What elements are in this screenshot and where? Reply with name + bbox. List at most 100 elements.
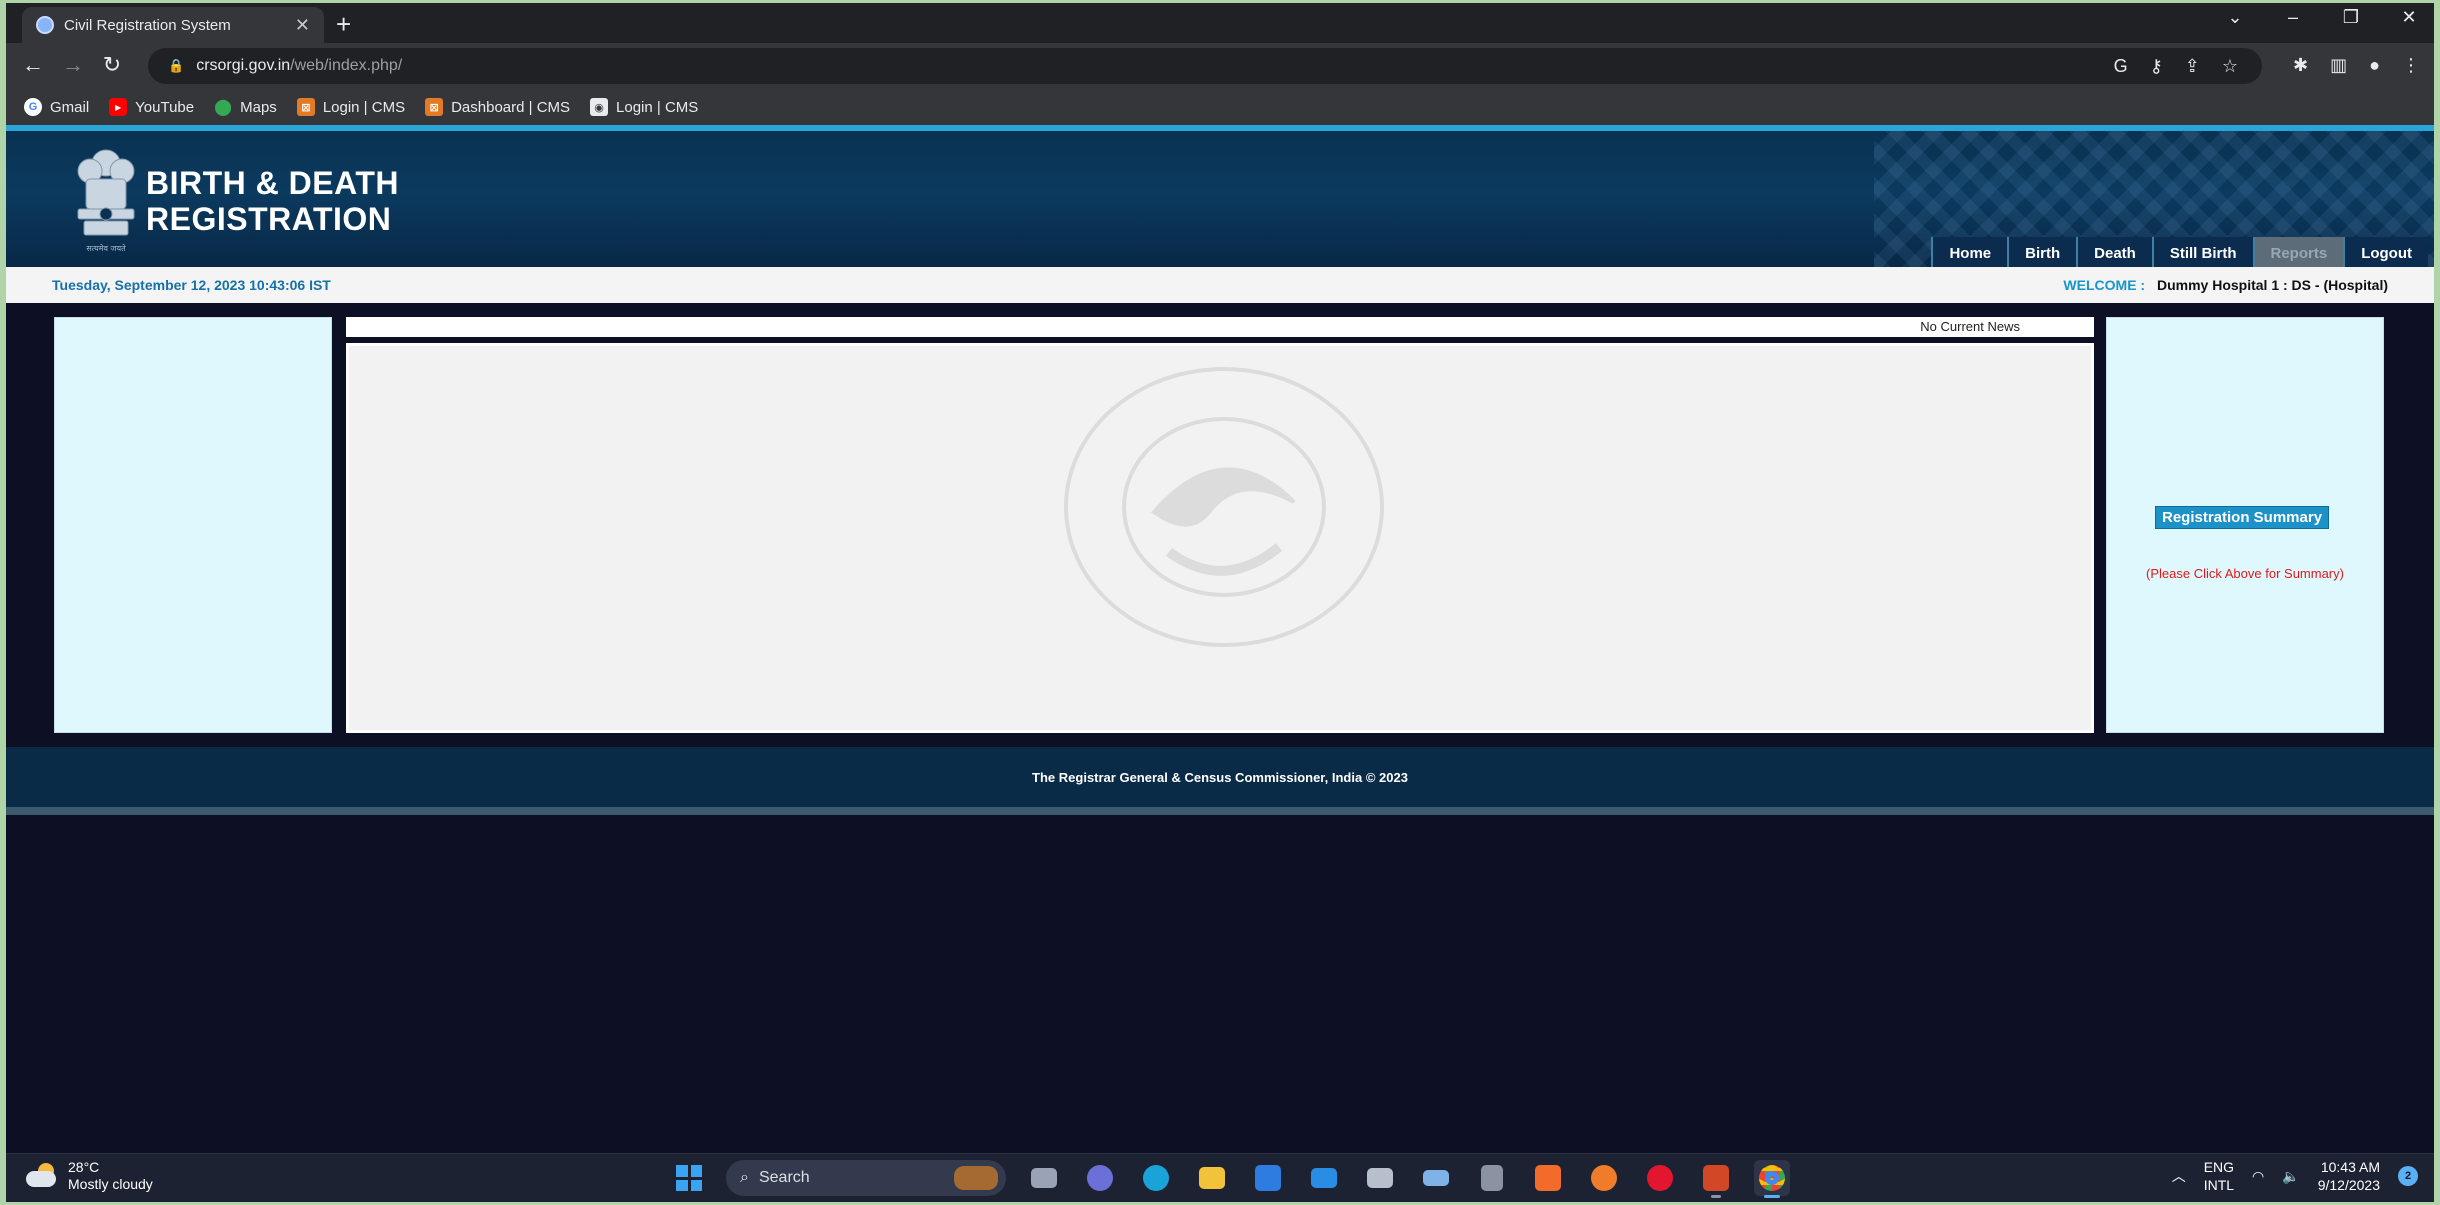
url-host: crsorgi.gov.in <box>196 57 291 74</box>
volume-icon[interactable]: 🔈 <box>2282 1168 2299 1185</box>
new-tab-icon[interactable]: + <box>336 9 351 40</box>
bookmark-login-cms-2[interactable]: ◉ Login | CMS <box>590 98 698 116</box>
weather-text: 28°C Mostly cloudy <box>68 1159 153 1193</box>
site-title-line-2: REGISTRATION <box>146 201 392 237</box>
bookmark-gmail[interactable]: G Gmail <box>24 98 89 116</box>
bookmark-maps[interactable]: ⬤ Maps <box>214 98 277 117</box>
microsoft-store-icon[interactable] <box>1250 1160 1286 1196</box>
welcome-label: WELCOME : <box>2063 277 2146 293</box>
main-menu: Home Birth Death Still Birth Reports Log… <box>1931 237 2428 267</box>
menu-birth[interactable]: Birth <box>2007 237 2077 267</box>
forward-arrow-icon[interactable]: → <box>62 52 84 78</box>
maps-icon: ⬤ <box>214 99 233 116</box>
navigation-buttons: ← → ↻ <box>22 52 122 78</box>
wifi-icon[interactable]: ◠ <box>2252 1168 2264 1185</box>
welcome-text: WELCOME : Dummy Hospital 1 : DS - (Hospi… <box>2063 277 2388 293</box>
restore-icon[interactable]: ❐ <box>2338 7 2364 28</box>
partly-cloudy-icon <box>26 1163 60 1189</box>
menu-logout[interactable]: Logout <box>2343 237 2428 267</box>
scanner-app-icon[interactable] <box>1418 1160 1454 1196</box>
address-bar[interactable]: 🔒 crsorgi.gov.in /web/index.php/ G ⚷ ⇪ ☆ <box>148 48 2262 84</box>
back-arrow-icon[interactable]: ← <box>22 52 44 78</box>
teams-chat-icon[interactable] <box>1082 1160 1118 1196</box>
bookmark-star-icon[interactable]: ☆ <box>2222 56 2238 77</box>
clock-date: 9/12/2023 <box>2317 1177 2380 1193</box>
file-explorer-icon[interactable] <box>1194 1160 1230 1196</box>
site-favicon-icon <box>36 16 54 34</box>
search-highlight-icon <box>954 1166 998 1190</box>
notification-badge[interactable]: 2 <box>2398 1166 2418 1186</box>
share-icon[interactable]: ⇪ <box>2185 56 2200 77</box>
search-placeholder: Search <box>758 1169 810 1186</box>
menu-death[interactable]: Death <box>2076 237 2152 267</box>
windows-start-icon[interactable] <box>672 1161 706 1195</box>
taskbar-search[interactable]: ⌕ Search <box>726 1160 1006 1196</box>
minimize-icon[interactable]: – <box>2280 7 2306 28</box>
edge-browser-icon[interactable] <box>1138 1160 1174 1196</box>
registration-summary-note: (Please Click Above for Summary) <box>2146 566 2344 581</box>
clock[interactable]: 10:43 AM 9/12/2023 <box>2318 1158 2380 1194</box>
bookmark-label: Gmail <box>50 98 90 116</box>
mail-icon[interactable] <box>1306 1160 1342 1196</box>
footer-strip <box>6 807 2434 815</box>
task-view-icon[interactable] <box>1026 1160 1062 1196</box>
news-ticker: No Current News <box>346 317 2094 337</box>
reload-icon[interactable]: ↻ <box>102 52 122 78</box>
bookmark-label: Login | CMS <box>322 98 406 116</box>
site-title: BIRTH & DEATH REGISTRATION <box>146 165 399 237</box>
clock-time: 10:43 AM <box>2320 1159 2380 1175</box>
youtube-icon: ▶ <box>109 98 128 116</box>
taskbar-apps: ⌕ Search <box>672 1160 1790 1198</box>
printer-app-icon[interactable] <box>1362 1160 1398 1196</box>
url-path: /web/index.php/ <box>290 57 403 74</box>
browser-toolbar: ← → ↻ 🔒 crsorgi.gov.in /web/index.php/ G… <box>6 43 2434 89</box>
bookmarks-bar: G Gmail ▶ YouTube ⬤ Maps ⊠ Login | CMS ⊠… <box>6 89 2434 125</box>
show-hidden-icons-chevron-icon[interactable]: ︿ <box>2172 1166 2186 1186</box>
office-app-icon[interactable] <box>1530 1160 1566 1196</box>
lock-icon[interactable]: 🔒 <box>168 58 184 74</box>
language-line-2: INTL <box>2203 1177 2235 1193</box>
calculator-icon[interactable] <box>1474 1160 1510 1196</box>
main-content <box>346 343 2094 733</box>
system-tray: ︿ ENG INTL ◠ 🔈 10:43 AM 9/12/2023 2 <box>2172 1158 2418 1194</box>
menu-still-birth[interactable]: Still Birth <box>2151 237 2253 267</box>
window-controls: ⌄ – ❐ ✕ <box>2222 7 2422 28</box>
chrome-icon[interactable] <box>1754 1160 1790 1198</box>
screen: Civil Registration System ✕ + ⌄ – ❐ ✕ ← … <box>6 3 2434 1202</box>
language-line-1: ENG <box>2203 1159 2235 1175</box>
right-panel: Registration Summary (Please Click Above… <box>2106 317 2384 733</box>
menu-home[interactable]: Home <box>1931 237 2008 267</box>
tab-search-chevron-icon[interactable]: ⌄ <box>2222 7 2248 28</box>
close-window-icon[interactable]: ✕ <box>2396 7 2422 28</box>
bookmark-youtube[interactable]: ▶ YouTube <box>109 98 194 116</box>
firefox-icon[interactable] <box>1586 1160 1622 1196</box>
national-emblem-icon <box>77 149 135 236</box>
close-tab-icon[interactable]: ✕ <box>295 15 310 36</box>
cms-icon: ⊠ <box>425 98 444 116</box>
site-title-line-1: BIRTH & DEATH <box>146 165 399 201</box>
powerpoint-icon[interactable] <box>1698 1160 1734 1198</box>
menu-reports[interactable]: Reports <box>2252 237 2344 267</box>
browser-tab[interactable]: Civil Registration System ✕ <box>22 7 324 43</box>
registration-summary-button[interactable]: Registration Summary <box>2155 506 2330 529</box>
side-panel-icon[interactable]: ▥ <box>2330 55 2347 76</box>
menu-kebab-icon[interactable]: ⋮ <box>2402 55 2420 76</box>
password-key-icon[interactable]: ⚷ <box>2150 56 2163 77</box>
web-page: सत्यमेव जयते BIRTH & DEATH REGISTRATION … <box>6 125 2434 815</box>
address-bar-icons: G ⚷ ⇪ ☆ <box>2114 48 2238 84</box>
extensions-icon[interactable]: ✱ <box>2293 55 2308 76</box>
site-footer: The Registrar General & Census Commissio… <box>6 747 2434 807</box>
login-icon: ◉ <box>590 98 609 116</box>
weather-widget[interactable]: 28°C Mostly cloudy <box>26 1159 153 1193</box>
weather-condition: Mostly cloudy <box>68 1176 153 1192</box>
google-lens-icon[interactable]: G <box>2114 56 2128 77</box>
left-panel <box>54 317 332 733</box>
bookmark-login-cms[interactable]: ⊠ Login | CMS <box>296 98 406 116</box>
language-indicator[interactable]: ENG INTL <box>2204 1158 2234 1194</box>
news-text: No Current News <box>1920 319 2020 334</box>
opera-icon[interactable] <box>1642 1160 1678 1196</box>
bookmark-dashboard-cms[interactable]: ⊠ Dashboard | CMS <box>425 98 570 116</box>
profile-icon[interactable]: ● <box>2369 55 2380 76</box>
info-bar: Tuesday, September 12, 2023 10:43:06 IST… <box>6 267 2434 303</box>
bookmark-label: Dashboard | CMS <box>451 98 571 116</box>
